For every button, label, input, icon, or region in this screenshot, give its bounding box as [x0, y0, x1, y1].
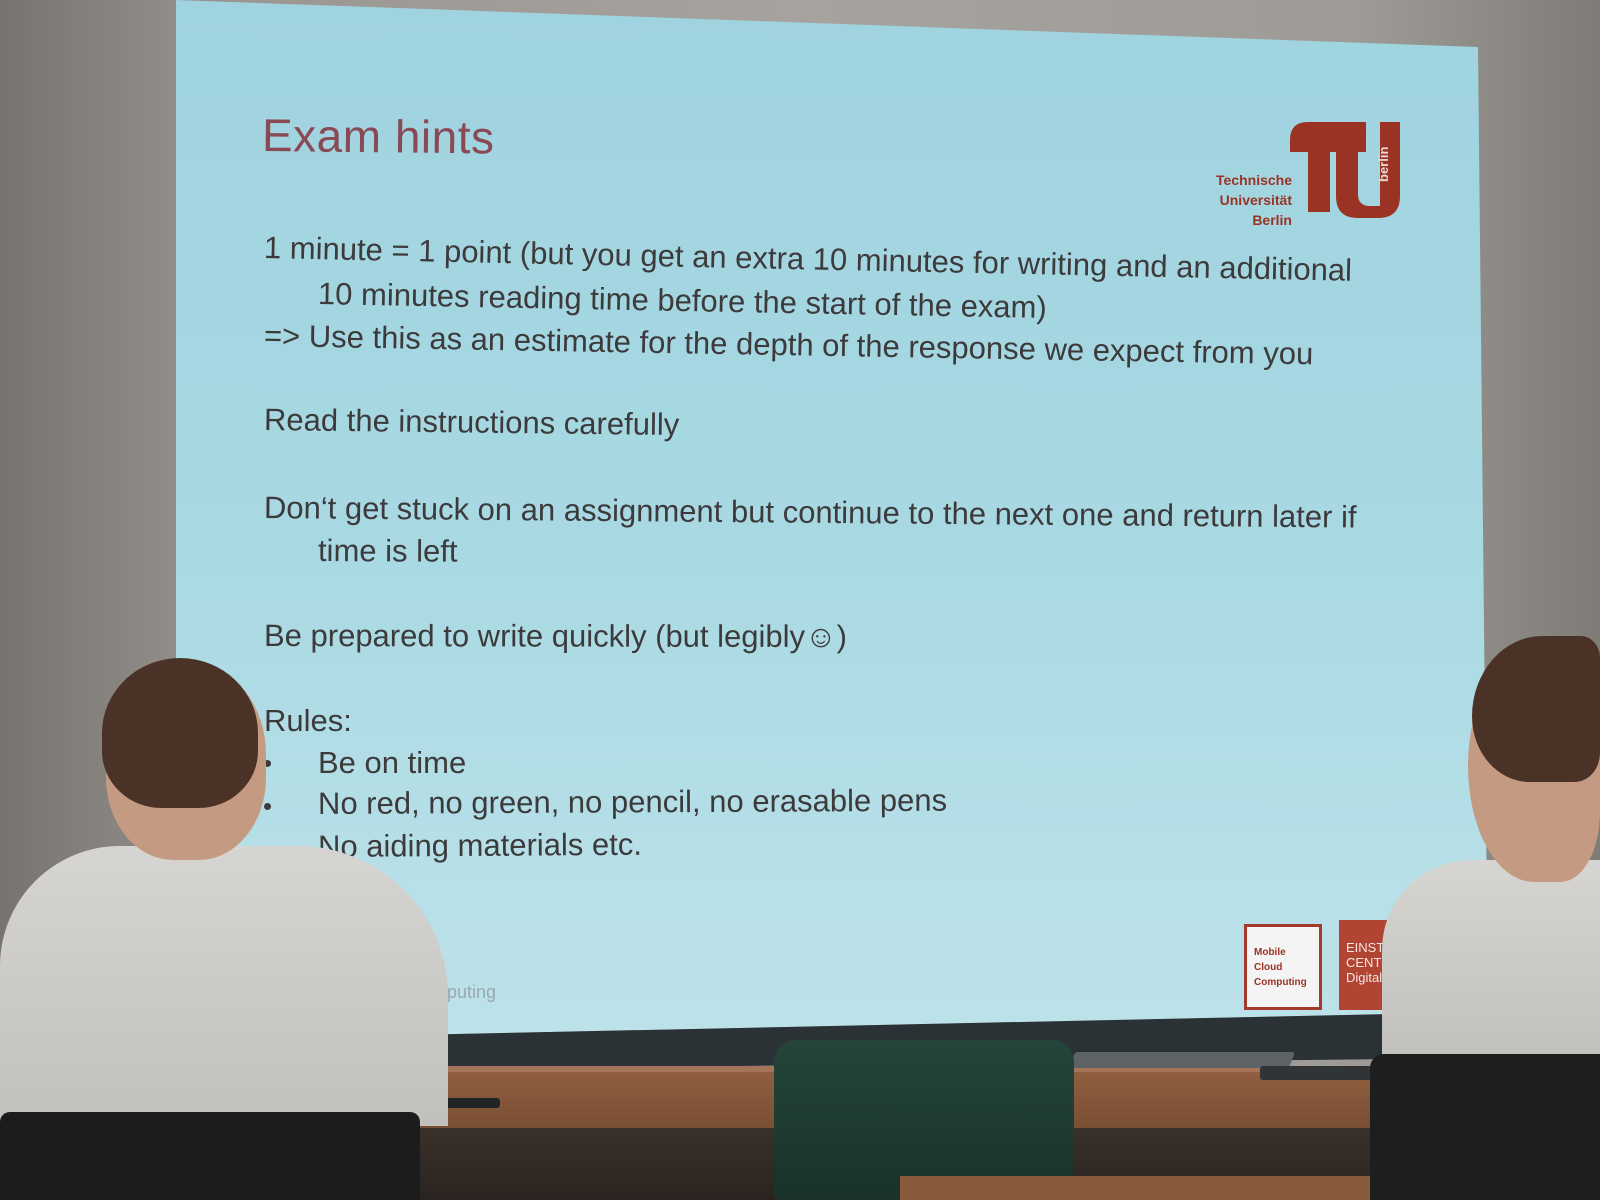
bullet-item-1: Be on time — [318, 745, 467, 780]
left-person-hair — [102, 658, 258, 808]
tu-berlin-logo: Technische Universität Berlin berlin — [1216, 116, 1418, 236]
right-person-hair — [1472, 636, 1600, 782]
tu-logo-line-2: Universität — [1219, 192, 1292, 208]
mobile-cloud-computing-logo: Mobile Cloud Computing — [1244, 924, 1322, 1010]
left-chair — [0, 1112, 420, 1200]
right-chair — [1370, 1054, 1600, 1200]
slide-line-4: Read the instructions carefully — [263, 402, 680, 443]
tu-logo-line-3: Berlin — [1252, 212, 1292, 228]
bullet-dot-2 — [264, 803, 271, 810]
lecture-room-photo: Exam hints 1 minute = 1 point (but you g… — [0, 0, 1600, 1200]
phone — [446, 1098, 500, 1108]
bullet-item-2: No red, no green, no pencil, no erasable… — [317, 782, 948, 821]
tu-logo-line-1: Technische — [1216, 172, 1292, 188]
left-person-shoulders — [0, 846, 448, 1126]
slide-line-8: Rules: — [264, 703, 352, 738]
slide-line-7: Be prepared to write quickly (but legibl… — [263, 618, 848, 655]
tu-logo-vertical-word: berlin — [1376, 146, 1391, 182]
bullet-item-3: No aiding materials etc. — [317, 826, 643, 864]
mcc-logo-text: Mobile Cloud Computing — [1254, 947, 1307, 988]
slide-line-6: time is left — [317, 533, 458, 569]
slide-title: Exam hints — [261, 109, 495, 164]
right-person-shoulders — [1382, 860, 1600, 1060]
